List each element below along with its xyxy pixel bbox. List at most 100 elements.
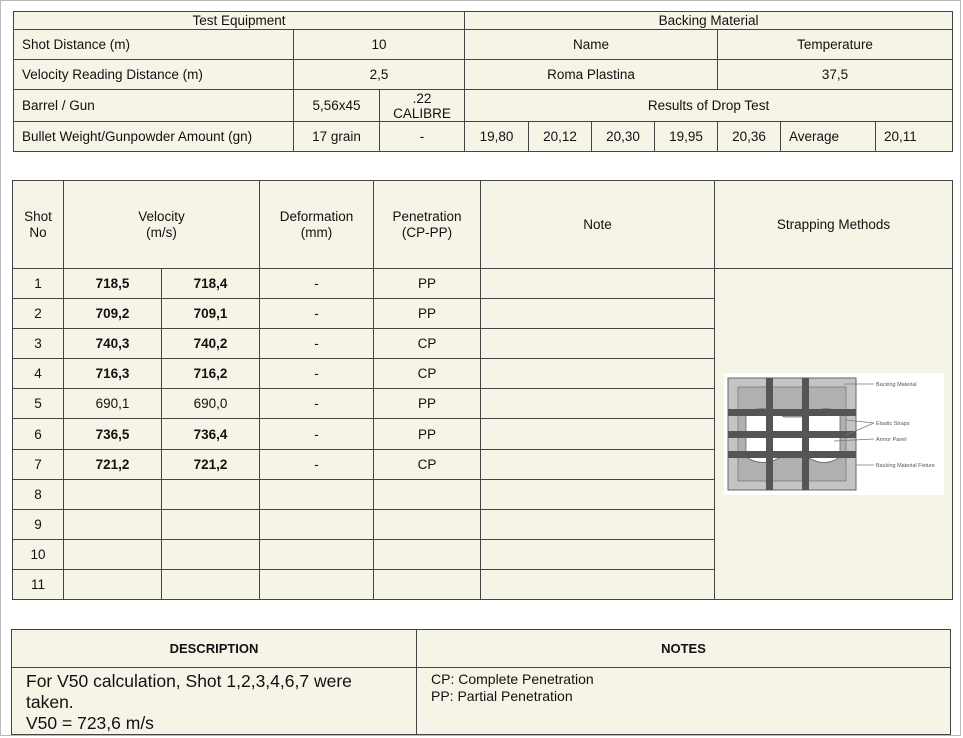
average-label: Average: [780, 121, 877, 152]
note-cell: [480, 267, 715, 300]
diagram-label-backing-fixture: Backing Material Fixture: [876, 463, 935, 469]
velocity-1-cell: [63, 508, 162, 540]
velocity-2-cell: 716,2: [161, 358, 260, 390]
diagram-label-armor-panel: Armor Panel: [876, 437, 907, 443]
summary-table: DESCRIPTION NOTES For V50 calculation, S…: [11, 629, 951, 735]
penetration-header: Penetration (CP-PP): [373, 180, 481, 269]
note-cell: [480, 538, 715, 570]
shot-no-cell: 4: [12, 358, 64, 390]
strapping-methods-cell: Backing Material Elastic Straps Armor Pa…: [714, 267, 953, 601]
average-value: 20,11: [875, 121, 954, 152]
deformation-cell: -: [259, 267, 374, 300]
velocity-1-cell: 716,3: [63, 358, 162, 390]
note-cell: [480, 298, 715, 330]
deformation-header-line2: (mm): [300, 224, 333, 240]
deformation-cell: [259, 478, 374, 510]
penetration-cell: CP: [373, 448, 481, 480]
shot-distance-value: 10: [292, 29, 466, 60]
velocity-2-cell: [161, 568, 260, 601]
temperature-value: 37,5: [717, 59, 954, 90]
description-cell: For V50 calculation, Shot 1,2,3,4,6,7 we…: [11, 667, 417, 735]
notes-header: NOTES: [416, 629, 951, 668]
shot-no-cell: 2: [12, 298, 64, 330]
calibre-line1: .22: [412, 90, 432, 106]
note-cell: [480, 358, 715, 390]
shot-no-cell: 5: [12, 388, 64, 420]
deformation-cell: [259, 508, 374, 540]
name-label: Name: [464, 29, 719, 60]
velocity-2-cell: 709,1: [161, 298, 260, 330]
shot-no-cell: 6: [12, 418, 64, 450]
diagram-label-elastic-straps: Elastic Straps: [876, 421, 910, 427]
velocity-header-line1: Velocity: [138, 208, 185, 224]
penetration-header-line1: Penetration: [392, 208, 462, 224]
shot-no-cell: 10: [12, 538, 64, 570]
shot-header-line2: No: [29, 224, 47, 240]
table-row: 1 718,5 718,4- PP Backing Material Elastic …: [12, 267, 953, 601]
shot-no-header: Shot No: [12, 180, 64, 269]
test-equipment-header: Test Equipment: [12, 11, 466, 30]
velocity-1-cell: [63, 568, 162, 601]
deformation-cell: -: [259, 328, 374, 360]
deformation-cell: -: [259, 388, 374, 420]
drop-value-5: 20,36: [717, 121, 782, 152]
deformation-cell: -: [259, 418, 374, 450]
velocity-1-cell: 690,1: [63, 388, 162, 420]
penetration-cell: PP: [373, 267, 481, 300]
description-line2: taken.: [26, 692, 74, 712]
deformation-cell: -: [259, 358, 374, 390]
drop-value-3: 20,30: [591, 121, 656, 152]
gunpowder-value: -: [378, 121, 466, 152]
penetration-cell: PP: [373, 418, 481, 450]
penetration-cell: [373, 508, 481, 540]
backing-material-header: Backing Material: [464, 11, 954, 30]
bullet-weight-label: Bullet Weight/Gunpowder Amount (gn): [13, 121, 294, 152]
velocity-2-cell: [161, 478, 260, 510]
description-text: For V50 calculation, Shot 1,2,3,4,6,7 we…: [16, 669, 412, 734]
shot-distance-label: Shot Distance (m): [13, 29, 294, 60]
velocity-distance-value: 2,5: [292, 59, 466, 90]
penetration-cell: CP: [373, 328, 481, 360]
penetration-cell: [373, 568, 481, 601]
description-line3: V50 = 723,6 m/s: [26, 713, 154, 733]
drop-value-1: 19,80: [464, 121, 530, 152]
notes-cell: CP: Complete Penetration PP: Partial Pen…: [416, 667, 951, 735]
velocity-2-cell: 736,4: [161, 418, 260, 450]
velocity-distance-label: Velocity Reading Distance (m): [13, 59, 294, 90]
penetration-cell: [373, 478, 481, 510]
barrel-value: 5,56x45: [293, 89, 380, 122]
penetration-cell: PP: [373, 298, 481, 330]
test-equipment-table: Test Equipment Backing Material Shot Dis…: [12, 11, 954, 152]
note-cell: [480, 328, 715, 360]
deformation-cell: -: [259, 298, 374, 330]
note-header: Note: [480, 180, 715, 269]
shot-no-cell: 3: [12, 328, 64, 360]
drop-value-4: 19,95: [654, 121, 719, 152]
strap-vertical-2: [801, 378, 809, 491]
calibre-value: .22 CALIBRE: [378, 89, 466, 122]
name-value: Roma Plastina: [464, 59, 719, 90]
description-line1: For V50 calculation, Shot 1,2,3,4,6,7 we…: [26, 671, 352, 691]
deformation-cell: [259, 538, 374, 570]
note-cell: [480, 508, 715, 540]
velocity-2-cell: 690,0: [161, 388, 260, 420]
strap-vertical-1: [765, 378, 773, 491]
penetration-cell: PP: [373, 388, 481, 420]
penetration-cell: [373, 538, 481, 570]
deformation-header-line1: Deformation: [279, 208, 354, 224]
strapping-diagram: Backing Material Elastic Straps Armor Pa…: [723, 373, 944, 496]
velocity-1-cell: 736,5: [63, 418, 162, 450]
note-cell: [480, 448, 715, 480]
deformation-cell: -: [259, 448, 374, 480]
note-cell: [480, 478, 715, 510]
shot-no-cell: 11: [12, 568, 64, 601]
penetration-cell: CP: [373, 358, 481, 390]
velocity-header-line2: (m/s): [146, 224, 177, 240]
shot-no-cell: 7: [12, 448, 64, 480]
velocity-2-cell: 740,2: [161, 328, 260, 360]
strap-horizontal-2: [727, 431, 856, 439]
strapping-diagram-svg: Backing Material Elastic Straps Armor Pa…: [727, 377, 935, 491]
velocity-2-cell: 718,4: [161, 267, 260, 300]
notes-text: CP: Complete Penetration PP: Partial Pen…: [421, 669, 946, 706]
velocity-header: Velocity (m/s): [63, 180, 260, 269]
